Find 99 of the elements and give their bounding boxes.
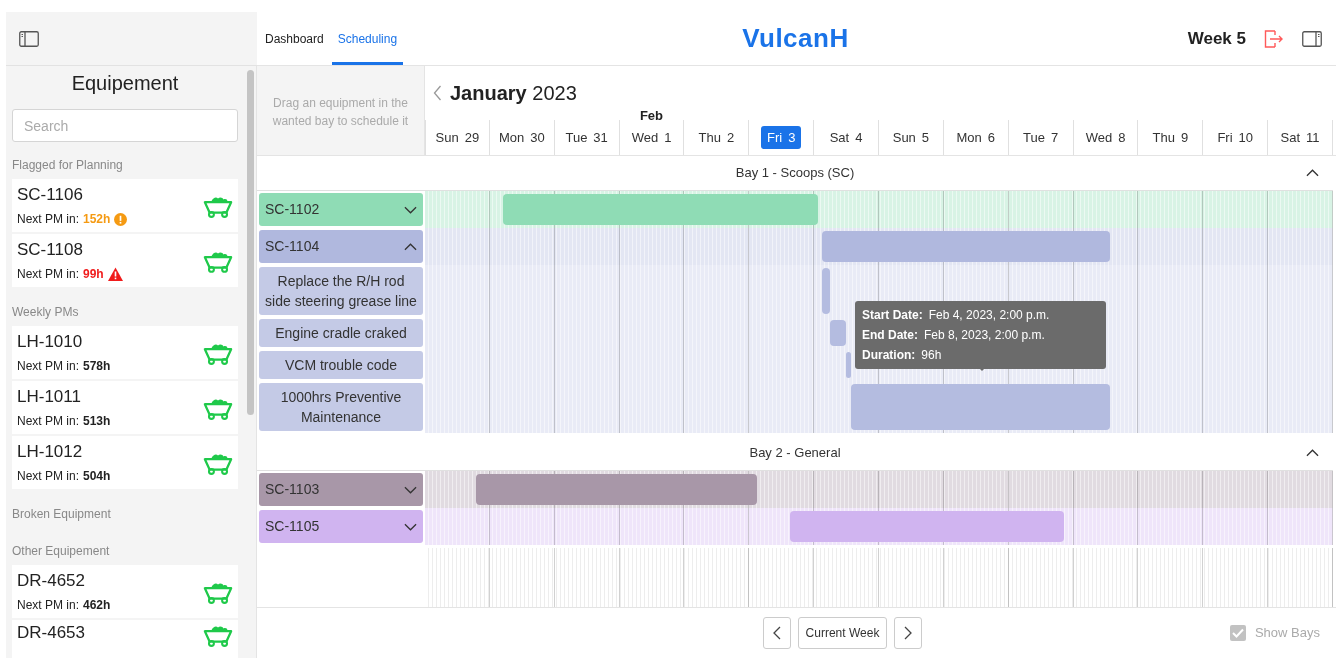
tooltip-label: Duration: (862, 347, 916, 364)
panel-toggle-icon[interactable] (1302, 30, 1322, 47)
schedule-bar[interactable] (845, 352, 852, 378)
equipment-card[interactable]: SC-1106 Next PM in: 152h (12, 179, 238, 232)
chevron-up-icon (404, 242, 417, 251)
tooltip-label: Start Date: (862, 307, 923, 324)
task-label[interactable]: 1000hrs Preventive Maintenance (259, 383, 423, 431)
day-label[interactable]: Mon 30 (492, 125, 551, 150)
equipment-name: LH-1011 (17, 386, 82, 408)
schedule-bar[interactable] (829, 320, 846, 346)
previous-month-icon[interactable] (433, 85, 442, 101)
task-label[interactable]: Engine cradle craked (259, 319, 423, 347)
pm-label: Next PM in: (17, 468, 79, 485)
day-label[interactable]: Thu 2 (692, 125, 741, 150)
equipment-name: SC-1106 (17, 184, 84, 206)
equipment-card[interactable]: LH-1012 Next PM in: 504h (12, 436, 238, 489)
schedule-bar[interactable] (790, 511, 1064, 542)
pm-value: 99h (83, 266, 104, 283)
day-label[interactable]: Mon 6 (950, 125, 1002, 150)
alert-icon (107, 267, 123, 281)
schedule-bar[interactable] (476, 474, 758, 505)
equipment-card[interactable]: DR-4653 (12, 620, 238, 658)
year-label: 2023 (532, 82, 577, 104)
tooltip-value: Feb 8, 2023, 2:00 p.m. (924, 327, 1045, 344)
equipment-row-label[interactable]: SC-1103 (259, 473, 423, 506)
equipment-name: SC-1108 (17, 239, 84, 261)
search-field[interactable]: Search (12, 109, 238, 142)
equipment-name: DR-4652 (17, 570, 87, 592)
day-label[interactable]: Thu 9 (1146, 125, 1195, 150)
tooltip-label: End Date: (862, 327, 918, 344)
chevron-down-icon (404, 205, 417, 214)
equipment-name: DR-4653 (17, 622, 87, 644)
equipment-card[interactable]: DR-4652 Next PM in: 462h (12, 565, 238, 618)
day-label[interactable]: Sat 11 (1274, 125, 1326, 150)
month-label: January (450, 82, 527, 104)
section-heading: Flagged for Planning (12, 158, 124, 172)
hint-text: Drag an equipment in the wanted bay to schedule it (271, 95, 410, 130)
tooltip-value: Feb 4, 2023, 2:00 p.m. (928, 307, 1050, 324)
warning-icon (114, 212, 128, 226)
equipment-row-label[interactable]: SC-1104 (259, 230, 423, 263)
section-heading: Weekly PMs (12, 305, 80, 319)
bay-title: Bay 1 - Scoops (SC) (735, 164, 855, 183)
sidebar-title: Equipement (70, 71, 180, 96)
equipment-card[interactable]: LH-1010 Next PM in: 578h (12, 326, 238, 379)
chevron-right-icon (904, 626, 913, 640)
pm-label: Next PM in: (17, 266, 79, 283)
day-label[interactable]: Sun 5 (886, 125, 936, 150)
section-heading: Other Equipement (12, 544, 111, 558)
equipment-name: LH-1010 (17, 331, 84, 353)
day-label[interactable]: Fri 3 (761, 125, 802, 150)
pm-value: 578h (83, 358, 111, 375)
tooltip-value: 96h (921, 347, 942, 364)
day-label[interactable]: Sat 4 (823, 125, 869, 150)
pm-value: 152h (83, 211, 111, 228)
current-week-button[interactable]: Current Week (797, 617, 888, 649)
task-label[interactable]: Replace the R/H rod side steering grease line (259, 267, 423, 315)
equipment-row-label[interactable]: SC-1102 (259, 193, 423, 226)
next-week-button[interactable] (894, 617, 923, 649)
sidebar-toggle-icon[interactable] (19, 30, 39, 47)
previous-week-button[interactable] (762, 617, 791, 649)
chevron-down-icon (404, 522, 417, 531)
equipment-card[interactable]: LH-1011 Next PM in: 513h (12, 381, 238, 434)
checkbox[interactable] (1229, 625, 1246, 641)
schedule-bar[interactable] (821, 231, 1110, 262)
pm-label: Next PM in: (17, 358, 79, 375)
month-label: Feb (638, 107, 665, 125)
pm-value: 462h (83, 597, 111, 614)
equipment-card[interactable]: SC-1108 Next PM in: 99h (12, 234, 238, 287)
day-label[interactable]: Tue 7 (1017, 125, 1065, 150)
pm-value: 504h (83, 468, 111, 485)
logo: VulcanH (742, 22, 849, 55)
pm-label: Next PM in: (17, 413, 79, 430)
week-label: Week 5 (1187, 27, 1246, 50)
pm-value: 513h (83, 413, 111, 430)
schedule-bar[interactable] (502, 194, 819, 225)
day-label[interactable]: Wed 8 (1079, 125, 1132, 150)
pm-label: Next PM in: (17, 597, 79, 614)
equipment-name: LH-1012 (17, 441, 84, 463)
schedule-bar[interactable] (851, 384, 1110, 430)
day-label[interactable]: Wed 1 (625, 125, 678, 150)
chevron-left-icon (772, 626, 781, 640)
equipment-row-label[interactable]: SC-1105 (259, 510, 423, 543)
logout-icon[interactable] (1264, 29, 1284, 48)
tab[interactable]: Dashboard (265, 12, 324, 65)
schedule-bar[interactable] (821, 268, 830, 314)
section-heading: Broken Equipment (12, 507, 112, 521)
scrollbar-thumb[interactable] (246, 70, 254, 415)
show-bays-label: Show Bays (1254, 624, 1320, 643)
bay-title: Bay 2 - General (749, 444, 841, 463)
equipment-id: SC-1104 (265, 237, 320, 256)
day-label[interactable]: Fri 10 (1211, 125, 1260, 150)
task-label[interactable]: VCM trouble code (259, 351, 423, 379)
equipment-id: SC-1105 (265, 517, 320, 536)
chevron-down-icon (404, 485, 417, 494)
day-label[interactable]: Sun 29 (429, 125, 486, 150)
equipment-id: SC-1102 (265, 200, 320, 219)
day-label[interactable]: Tue 31 (559, 125, 614, 150)
equipment-id: SC-1103 (265, 480, 320, 499)
pm-label: Next PM in: (17, 211, 79, 228)
